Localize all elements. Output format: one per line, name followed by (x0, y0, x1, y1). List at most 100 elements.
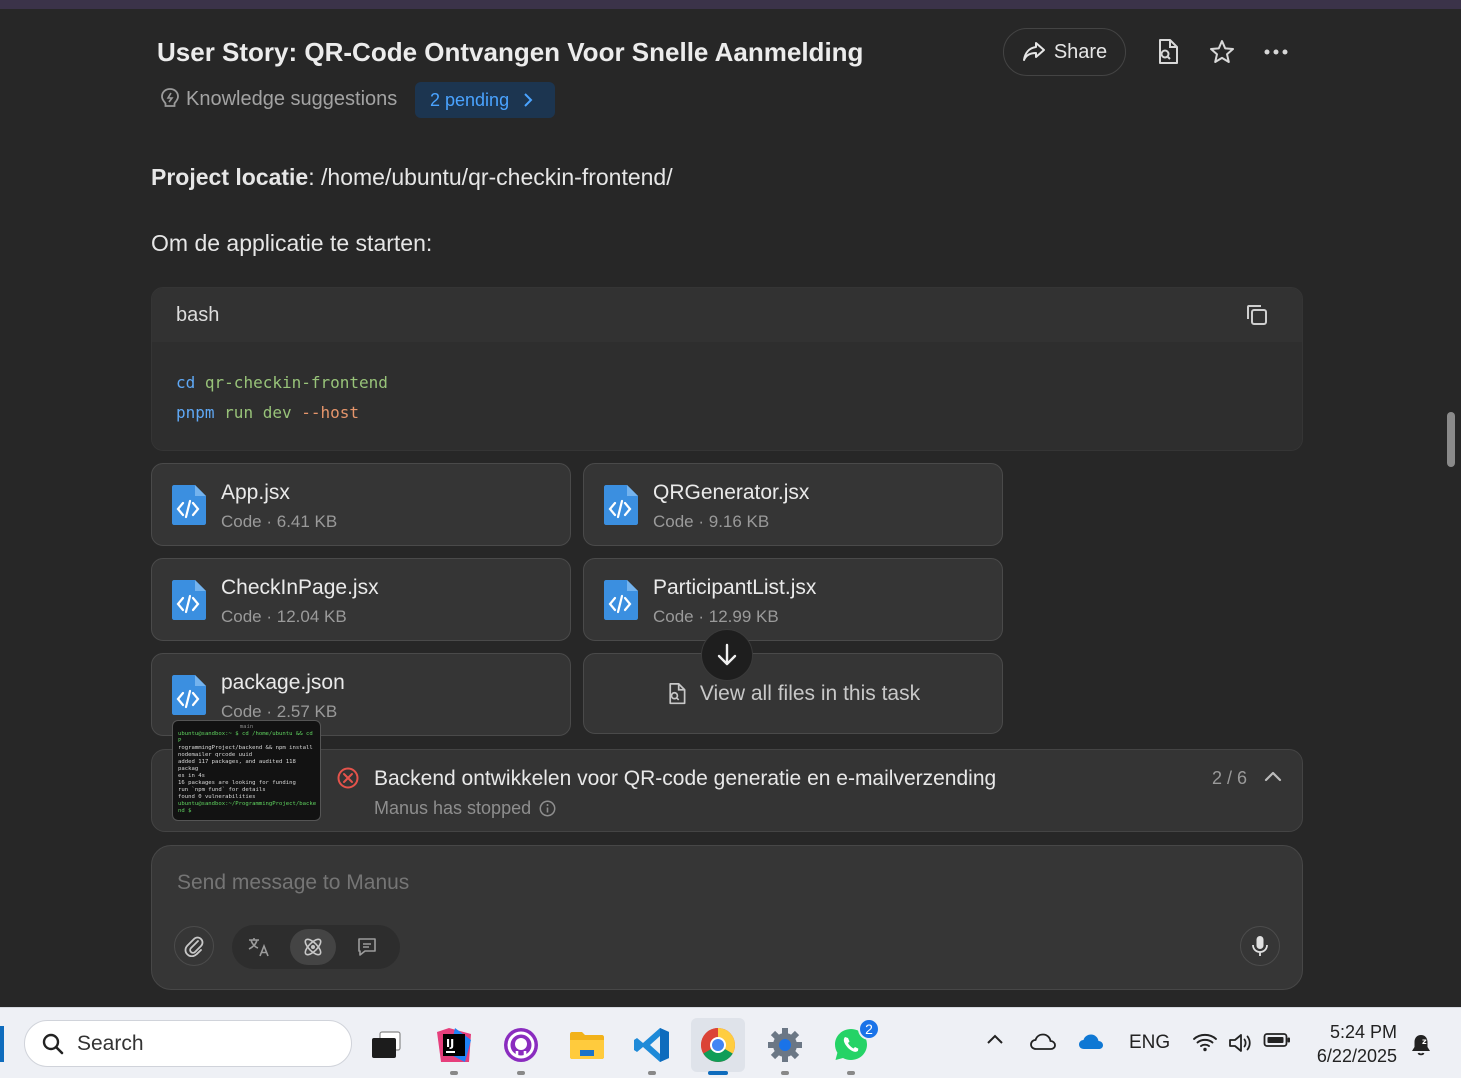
file-card-checkinpage[interactable]: CheckInPage.jsx Code · 12.04 KB (151, 558, 571, 641)
settings-app[interactable] (758, 1018, 812, 1075)
folder-icon (570, 1032, 604, 1059)
system-clock[interactable]: 5:24 PM 6/22/2025 (1305, 1020, 1397, 1068)
vscode-icon (634, 1028, 669, 1062)
notification-badge: 2 (858, 1018, 880, 1040)
file-name: App.jsx (221, 481, 290, 504)
terminal-tab-label: main (239, 724, 254, 730)
chat-mode-button[interactable] (344, 929, 390, 965)
share-label: Share (1053, 40, 1108, 63)
file-explorer-app[interactable] (560, 1018, 614, 1072)
clock-date: 6/22/2025 (1316, 1046, 1397, 1066)
file-card-app[interactable]: App.jsx Code · 6.41 KB (151, 463, 571, 546)
code-body: cd qr-checkin-frontend pnpm run dev --ho… (152, 342, 1302, 450)
info-icon[interactable] (539, 800, 556, 817)
github-desktop-app[interactable] (494, 1018, 548, 1075)
jetbrains-app[interactable]: IJ (427, 1018, 481, 1075)
show-hidden-icons-button[interactable] (982, 1032, 1008, 1046)
pending-suggestions-button[interactable]: 2 pending (415, 82, 555, 118)
terminal-line: nodemailer qrcode uuid (178, 752, 253, 758)
project-location-label: Project locatie (151, 164, 309, 190)
onedrive-business-tray[interactable] (1075, 1032, 1107, 1052)
message-input[interactable] (177, 871, 1077, 895)
file-card-participantlist[interactable]: ParticipantList.jsx Code · 12.99 KB (583, 558, 1003, 641)
star-icon (1210, 40, 1234, 63)
share-icon (1022, 42, 1045, 61)
taskbar-search[interactable]: Search (24, 1020, 352, 1067)
terminal-line: found 0 vulnerabilities (178, 794, 256, 800)
terminal-line: rogrammingProject/backend && npm install (178, 745, 313, 751)
network-tray[interactable] (1190, 1032, 1220, 1052)
project-location-line: Project locatie: /home/ubuntu/qr-checkin… (151, 164, 673, 191)
file-search-icon (669, 682, 686, 704)
scrollbar-thumb[interactable] (1447, 412, 1455, 467)
share-button[interactable]: Share (1003, 28, 1126, 76)
notifications-button[interactable]: z (1407, 1032, 1435, 1058)
task-status-label: Manus has stopped (374, 798, 532, 818)
file-meta: Code · 12.99 KB (653, 607, 779, 626)
volume-tray[interactable] (1226, 1032, 1254, 1054)
file-meta: Code · 2.57 KB (221, 702, 338, 721)
svg-text:IJ: IJ (446, 1037, 454, 1050)
voice-input-button[interactable] (1240, 926, 1280, 966)
files-button[interactable] (1153, 37, 1183, 67)
task-step-count: 2 / 6 (1212, 768, 1248, 788)
start-instructions: Om de applicatie te starten: (151, 230, 433, 256)
terminal-prompt: ubuntu@sandbox:~ $ cd /home/ubuntu && cd… (178, 731, 313, 744)
code-block-header: bash (152, 288, 1302, 342)
file-name: QRGenerator.jsx (653, 481, 810, 504)
task-view-icon (372, 1031, 401, 1058)
lightbulb-icon (161, 88, 179, 107)
task-progress-panel[interactable]: main ubuntu@sandbox:~ $ cd /home/ubuntu … (151, 720, 1303, 832)
attach-button[interactable] (174, 926, 214, 966)
speaker-icon (1229, 1034, 1251, 1052)
gear-icon (768, 1028, 802, 1062)
active-indicator (708, 1071, 728, 1075)
knowledge-suggestions-label: Knowledge suggestions (186, 87, 398, 110)
copy-icon[interactable] (1244, 302, 1270, 328)
task-view-button[interactable] (359, 1018, 413, 1072)
cloud-icon (1079, 1034, 1103, 1049)
whatsapp-app[interactable]: 2 (824, 1018, 880, 1075)
vscode-app[interactable] (625, 1018, 679, 1075)
chevron-up-icon[interactable] (1262, 766, 1284, 788)
code-file-icon (172, 580, 206, 620)
terminal-line: ubuntu@sandbox:~ $ cd /home/ubuntu && cd… (178, 731, 315, 745)
code-argument: run dev (224, 403, 292, 422)
chrome-app[interactable] (691, 1018, 745, 1075)
running-indicator (847, 1071, 855, 1075)
favorite-button[interactable] (1207, 37, 1237, 67)
view-all-files-button[interactable]: View all files in this task (583, 653, 1003, 734)
running-indicator (517, 1071, 525, 1075)
file-card-qrgenerator[interactable]: QRGenerator.jsx Code · 9.16 KB (583, 463, 1003, 546)
chat-bubble-icon (358, 938, 376, 956)
terminal-line: run `npm fund` for details (178, 787, 266, 793)
code-line: pnpm run dev --host (176, 398, 1278, 428)
knowledge-suggestions: Knowledge suggestions (160, 87, 397, 111)
pending-label: 2 pending (430, 89, 510, 110)
translate-mode-button[interactable] (236, 929, 282, 965)
arrow-down-icon (717, 643, 737, 666)
project-location-path: : /home/ubuntu/qr-checkin-frontend/ (308, 164, 673, 190)
chevron-up-icon (987, 1034, 1003, 1044)
terminal-thumbnail[interactable]: main ubuntu@sandbox:~ $ cd /home/ubuntu … (172, 720, 321, 821)
code-file-icon (172, 485, 206, 525)
code-file-icon (604, 580, 638, 620)
code-file-icon (172, 675, 206, 715)
onedrive-personal-tray[interactable] (1027, 1032, 1059, 1052)
running-indicator (450, 1071, 458, 1075)
microphone-icon (1252, 936, 1268, 956)
scroll-to-bottom-button[interactable] (701, 629, 753, 681)
agent-mode-button[interactable] (290, 929, 336, 965)
input-language[interactable]: ENG (1129, 1032, 1170, 1054)
file-name: ParticipantList.jsx (653, 576, 817, 599)
terminal-line: ubuntu@sandbox:~/ProgrammingProject/back… (178, 801, 317, 807)
more-options-button[interactable] (1261, 37, 1291, 67)
search-icon (42, 1033, 64, 1054)
wifi-icon (1193, 1033, 1217, 1052)
battery-tray[interactable] (1262, 1032, 1292, 1048)
task-status: Manus has stopped (374, 798, 556, 819)
taskbar-edge (0, 1026, 4, 1062)
chevron-right-icon (524, 93, 533, 107)
taskbar: Search IJ 2 ENG 5:24 PM 6/22/2025 z (0, 1007, 1461, 1078)
intellij-icon: IJ (437, 1028, 471, 1062)
